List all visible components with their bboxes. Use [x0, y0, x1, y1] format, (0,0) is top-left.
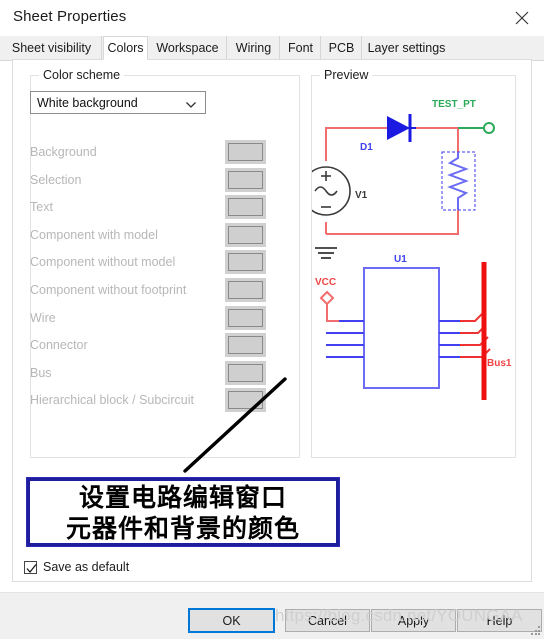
color-swatch-button[interactable]: [225, 333, 266, 358]
color-scheme-select[interactable]: White background: [30, 91, 206, 114]
color-row-label: Background: [30, 145, 97, 159]
color-row: Wire: [30, 305, 266, 334]
save-as-default-checkbox[interactable]: Save as default: [24, 560, 129, 574]
color-swatch-button[interactable]: [225, 222, 266, 247]
annotation-line-2: 元器件和背景的颜色: [65, 514, 300, 543]
preview-group: Preview D1 V1 TEST_PT VCC U1 Bus1: [311, 68, 516, 458]
color-row: Bus: [30, 360, 266, 389]
color-swatch-button[interactable]: [225, 278, 266, 302]
color-swatch-button[interactable]: [225, 195, 266, 220]
color-row-label: Selection: [30, 172, 82, 187]
annotation-line-1: 设置电路编辑窗口: [78, 483, 287, 512]
color-row: Component without model: [30, 250, 266, 278]
color-row-label: Component with model: [30, 227, 158, 242]
color-row-label: Wire: [30, 310, 56, 325]
color-scheme-group-title: Color scheme: [39, 68, 125, 82]
cancel-button[interactable]: Cancel: [285, 609, 370, 632]
color-swatch-fill: [228, 336, 263, 355]
color-row: Hierarchical block / Subcircuit: [30, 388, 266, 416]
tab-label: Font: [288, 41, 314, 55]
tab-wiring[interactable]: Wiring: [228, 36, 280, 60]
color-swatch-button[interactable]: [225, 305, 266, 330]
color-swatch-button[interactable]: [225, 360, 266, 385]
color-row-label: Text: [30, 200, 53, 215]
svg-text:VCC: VCC: [315, 277, 336, 288]
svg-text:Bus1: Bus1: [487, 358, 512, 369]
color-swatch-fill: [228, 391, 263, 410]
sheet-properties-dialog: Sheet Properties Sheet visibility Colors…: [0, 0, 544, 639]
annotation-callout: 设置电路编辑窗口 元器件和背景的颜色: [26, 477, 340, 547]
chevron-down-icon: [185, 97, 197, 115]
ok-button[interactable]: OK: [188, 608, 275, 633]
color-swatch-button[interactable]: [225, 250, 266, 275]
color-swatch-fill: [228, 281, 263, 299]
close-icon[interactable]: [500, 0, 544, 36]
color-swatch-fill: [228, 308, 263, 327]
tab-workspace[interactable]: Workspace: [149, 36, 227, 60]
color-row: Connector: [30, 333, 266, 361]
color-scheme-value: White background: [37, 95, 138, 110]
window-title: Sheet Properties: [13, 8, 127, 25]
svg-text:TEST_PT: TEST_PT: [432, 99, 476, 110]
color-swatch-fill: [228, 225, 263, 244]
svg-text:D1: D1: [360, 142, 373, 153]
color-swatch-fill: [228, 363, 263, 382]
preview-schematic: D1 V1 TEST_PT VCC U1 Bus1: [312, 99, 512, 400]
color-row: Component without footprint: [30, 278, 266, 306]
color-swatch-button[interactable]: [225, 167, 266, 192]
tab-label: Colors: [107, 41, 144, 55]
tab-label: Workspace: [156, 41, 219, 55]
color-row-label: Hierarchical block / Subcircuit: [30, 393, 194, 408]
color-swatch-button[interactable]: [225, 388, 266, 413]
color-swatch-fill: [228, 253, 263, 272]
color-swatch-fill: [228, 198, 263, 217]
resize-grip-icon[interactable]: [531, 626, 541, 636]
svg-text:U1: U1: [394, 254, 407, 265]
tab-layer-settings[interactable]: Layer settings: [364, 36, 449, 60]
color-row-label: Component without model: [30, 255, 176, 270]
color-row: Text: [30, 195, 266, 223]
apply-button[interactable]: Apply: [371, 609, 456, 632]
color-row-label: Bus: [30, 365, 52, 380]
color-swatch-fill: [228, 143, 263, 161]
color-row: Component with model: [30, 222, 266, 251]
tab-label: Wiring: [235, 41, 272, 55]
dialog-footer: OK Cancel Apply Help: [0, 592, 544, 639]
tab-pcb[interactable]: PCB: [322, 36, 362, 60]
tab-strip: Sheet visibility Colors Workspace Wiring…: [0, 36, 544, 61]
color-row-label: Connector: [30, 338, 88, 353]
color-row-label: Component without footprint: [30, 283, 187, 297]
svg-text:V1: V1: [355, 190, 368, 201]
tab-label: PCB: [328, 41, 355, 55]
color-swatch-fill: [228, 170, 263, 189]
check-icon: [26, 563, 37, 573]
color-row: Background: [30, 140, 266, 168]
tab-sheet-visibility[interactable]: Sheet visibility: [2, 36, 102, 60]
title-bar: Sheet Properties: [0, 0, 544, 36]
tab-label: Sheet visibility: [11, 41, 92, 55]
color-swatch-button[interactable]: [225, 140, 266, 164]
checkbox-box: [24, 560, 37, 574]
help-button[interactable]: Help: [457, 609, 542, 632]
save-as-default-label: Save as default: [43, 560, 130, 574]
tab-colors[interactable]: Colors: [103, 36, 148, 60]
color-row: Selection: [30, 167, 266, 196]
tab-font[interactable]: Font: [281, 36, 321, 60]
tab-label: Layer settings: [367, 41, 446, 55]
